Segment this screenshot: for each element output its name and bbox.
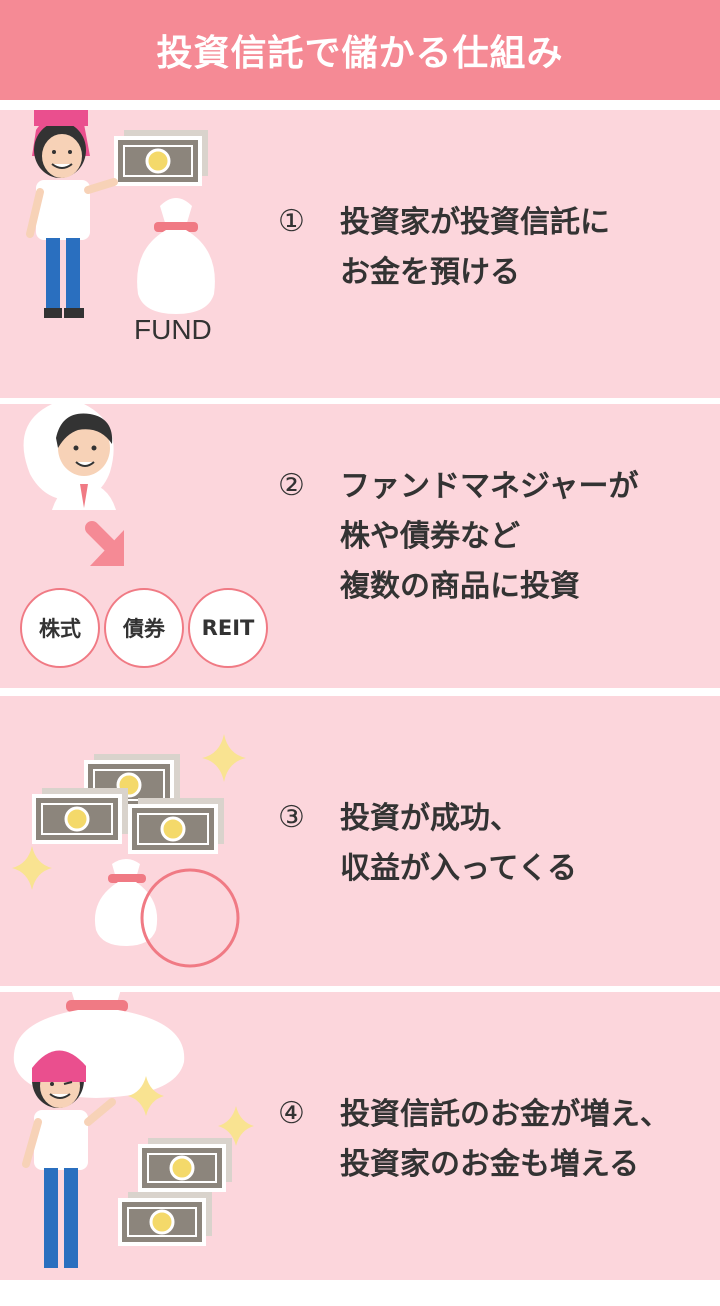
fund-label: FUND xyxy=(134,314,212,345)
investor-deposit-illustration xyxy=(26,110,215,318)
fund-manager-icon xyxy=(52,413,116,510)
sparkle-icon xyxy=(128,1076,254,1146)
investment-success-illustration xyxy=(12,734,246,968)
step-text-line: 複数の商品に投資 xyxy=(340,569,580,604)
step-4: ④ 投資信託のお金が増え、 投資家のお金も増える xyxy=(278,1090,670,1190)
arrow-down-right-icon xyxy=(85,521,124,566)
step-2: ② ファンドマネジャーが 株や債券など 複数の商品に投資 xyxy=(278,462,639,612)
page-title: 投資信託で儲かる仕組み xyxy=(156,33,564,74)
step-number: ① xyxy=(278,204,305,239)
investor-woman-icon xyxy=(26,110,118,318)
step-text-line: 投資家のお金も増える xyxy=(340,1147,640,1182)
step-1: ① 投資家が投資信託に お金を預ける xyxy=(278,198,610,298)
fund-bag-icon xyxy=(137,198,215,314)
step-text-line: 投資信託のお金が増え、 xyxy=(340,1097,670,1132)
asset-stocks: 株式 xyxy=(20,588,100,668)
step-panel-2: 株式 債券 REIT ② ファンドマネジャーが 株や債券など 複数の商品に投資 xyxy=(0,404,720,688)
step-number: ③ xyxy=(278,800,305,835)
page-header: 投資信託で儲かる仕組み xyxy=(0,0,720,100)
step-3: ③ 投資が成功、 収益が入ってくる xyxy=(278,794,577,894)
money-bills-icon xyxy=(118,1138,232,1246)
step-text-line: お金を預ける xyxy=(340,255,520,290)
step-panel-4: ④ 投資信託のお金が増え、 投資家のお金も増える xyxy=(0,992,720,1280)
step-number: ② xyxy=(278,468,305,503)
money-bill-icon xyxy=(114,130,208,186)
money-bills-icon xyxy=(32,754,224,854)
step-panel-1: FUND ① 投資家が投資信託に お金を預ける xyxy=(0,110,720,398)
fund-bag-icon xyxy=(94,859,158,946)
investor-profit-illustration xyxy=(13,992,254,1268)
step-number: ④ xyxy=(278,1096,305,1131)
step-text-line: 収益が入ってくる xyxy=(340,851,577,886)
step-text-line: ファンドマネジャーが xyxy=(340,469,639,504)
step-text-line: 株や債券など xyxy=(340,519,520,554)
step-text-line: 投資が成功、 xyxy=(340,801,520,836)
step-panel-3: ③ 投資が成功、 収益が入ってくる xyxy=(0,696,720,986)
asset-bonds: 債券 xyxy=(104,588,184,668)
asset-reit: REIT xyxy=(188,588,268,668)
step-text-line: 投資家が投資信託に xyxy=(340,205,610,240)
